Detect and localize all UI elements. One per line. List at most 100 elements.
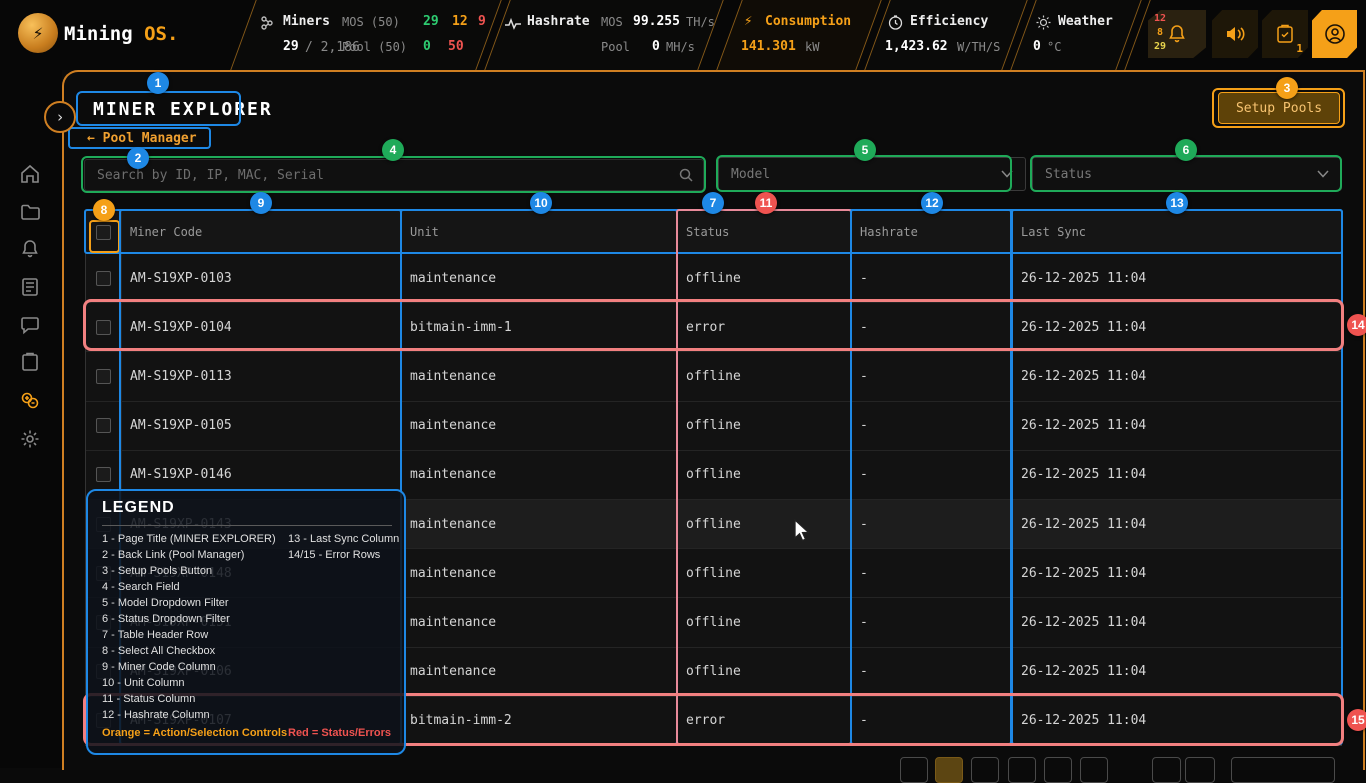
cell-last-sync: 26-12-2025 11:04 — [1013, 254, 1343, 302]
header-last-sync[interactable]: Last Sync — [1013, 211, 1343, 253]
cell-last-sync: 26-12-2025 11:04 — [1013, 402, 1343, 450]
pagination-button[interactable] — [1044, 757, 1072, 783]
sidebar-item-settings[interactable] — [19, 428, 41, 450]
status-filter-dropdown[interactable]: Status — [1032, 157, 1342, 191]
row-checkbox[interactable] — [96, 418, 111, 433]
sidebar-collapse-button[interactable]: › — [44, 101, 76, 133]
header-status[interactable]: Status — [678, 211, 852, 253]
consumption-label: Consumption — [765, 14, 851, 29]
table-row[interactable]: AM-S19XP-0113maintenanceoffline-26-12-20… — [86, 351, 1341, 400]
hashrate-icon — [505, 17, 521, 31]
annotation-badge-3: 3 — [1276, 77, 1298, 99]
header-miner-code[interactable]: Miner Code — [122, 211, 402, 253]
miners-pool-label: Pool (50) — [342, 40, 407, 54]
sidebar-item-folder[interactable] — [19, 201, 41, 223]
row-checkbox[interactable] — [96, 320, 111, 335]
hashrate-mos-unit: TH/s — [686, 15, 715, 29]
row-checkbox[interactable] — [96, 271, 111, 286]
cell-status: offline — [678, 402, 852, 450]
model-filter-dropdown[interactable]: Model — [718, 157, 1026, 191]
sidebar-item-home[interactable] — [19, 163, 41, 185]
cell-hashrate: - — [852, 549, 1013, 597]
cell-last-sync: 26-12-2025 11:04 — [1013, 598, 1343, 646]
cell-last-sync: 26-12-2025 11:04 — [1013, 697, 1343, 745]
pagination-button[interactable] — [1080, 757, 1108, 783]
cell-status: offline — [678, 451, 852, 499]
sidebar-item-miners[interactable] — [19, 389, 41, 411]
select-all-checkbox[interactable] — [96, 225, 111, 240]
row-checkbox[interactable] — [96, 369, 111, 384]
table-row-error[interactable]: AM-S19XP-0104bitmain-imm-1error-26-12-20… — [86, 302, 1341, 351]
header-hashrate[interactable]: Hashrate — [852, 211, 1013, 253]
cell-unit: bitmain-imm-1 — [402, 303, 678, 351]
cell-miner-code: AM-S19XP-0105 — [122, 402, 402, 450]
cell-miner-code: AM-S19XP-0103 — [122, 254, 402, 302]
cell-status: offline — [678, 500, 852, 548]
search-field — [84, 159, 704, 191]
legend-item: 12 - Hashrate Column — [102, 707, 276, 723]
annotation-badge-1: 1 — [147, 72, 169, 94]
sidebar-item-messages[interactable] — [19, 314, 41, 336]
cell-status: error — [678, 697, 852, 745]
profile-button[interactable] — [1312, 10, 1357, 58]
miners-count: 29 — [283, 39, 299, 54]
cell-hashrate: - — [852, 352, 1013, 400]
cell-last-sync: 26-12-2025 11:04 — [1013, 352, 1343, 400]
search-input[interactable] — [85, 160, 703, 190]
notification-badge-red: 12 — [1154, 13, 1166, 24]
legend-title: LEGEND — [102, 499, 175, 517]
sound-button[interactable] — [1212, 10, 1258, 58]
row-checkbox[interactable] — [96, 467, 111, 482]
legend-note-orange: Orange = Action/Selection Controls — [102, 727, 287, 739]
legend-item: 5 - Model Dropdown Filter — [102, 595, 276, 611]
cell-hashrate: - — [852, 697, 1013, 745]
header-unit[interactable]: Unit — [402, 211, 678, 253]
speaker-icon — [1225, 25, 1245, 43]
weather-unit: °C — [1047, 40, 1061, 54]
notifications-button[interactable]: 12 8 29 — [1148, 10, 1206, 58]
back-link[interactable]: ← Pool Manager — [87, 131, 197, 146]
cell-last-sync: 26-12-2025 11:04 — [1013, 451, 1343, 499]
notification-badge-yellow: 29 — [1154, 41, 1166, 52]
cell-unit: bitmain-imm-2 — [402, 697, 678, 745]
table-row[interactable]: AM-S19XP-0105maintenanceoffline-26-12-20… — [86, 401, 1341, 450]
cell-unit: maintenance — [402, 402, 678, 450]
weather-value: 0 — [1033, 39, 1041, 54]
legend-divider — [102, 525, 392, 526]
pagination-button-active[interactable] — [935, 757, 963, 783]
legend-item: 14/15 - Error Rows — [288, 547, 399, 563]
table-row[interactable]: AM-S19XP-0103maintenanceoffline-26-12-20… — [86, 253, 1341, 302]
hashrate-pool-unit: MH/s — [666, 40, 695, 54]
pagination-page-size[interactable] — [1231, 757, 1335, 783]
model-filter-value: Model — [731, 167, 770, 182]
consumption-value: 141.301 — [741, 39, 796, 54]
hashrate-pool-label: Pool — [601, 40, 630, 54]
pagination-button[interactable] — [1152, 757, 1181, 783]
cell-last-sync: 26-12-2025 11:04 — [1013, 648, 1343, 696]
back-link-label: Pool Manager — [103, 131, 197, 146]
sidebar-item-reports[interactable] — [19, 276, 41, 298]
cell-hashrate: - — [852, 303, 1013, 351]
miners-pool-err: 50 — [448, 39, 464, 54]
setup-pools-button[interactable]: Setup Pools — [1218, 92, 1340, 124]
cell-last-sync: 26-12-2025 11:04 — [1013, 303, 1343, 351]
cell-status: offline — [678, 648, 852, 696]
legend-item: 9 - Miner Code Column — [102, 659, 276, 675]
pagination-button[interactable] — [1185, 757, 1215, 783]
table-header-row: Miner Code Unit Status Hashrate Last Syn… — [86, 211, 1341, 253]
hashrate-pool-value: 0 — [652, 39, 660, 54]
cell-last-sync: 26-12-2025 11:04 — [1013, 549, 1343, 597]
pagination-button[interactable] — [1008, 757, 1036, 783]
legend-item: 3 - Setup Pools Button — [102, 563, 276, 579]
legend-item: 2 - Back Link (Pool Manager) — [102, 547, 276, 563]
tasks-button[interactable]: 1 — [1262, 10, 1308, 58]
pagination-button[interactable] — [900, 757, 928, 783]
sidebar-item-tasks[interactable] — [19, 351, 41, 373]
pagination-button[interactable] — [971, 757, 999, 783]
cell-unit: maintenance — [402, 254, 678, 302]
tasks-badge: 1 — [1296, 42, 1303, 55]
sidebar-item-alerts[interactable] — [19, 238, 41, 260]
sidebar-nav — [0, 70, 62, 768]
cell-unit: maintenance — [402, 549, 678, 597]
weather-icon — [1036, 15, 1051, 30]
